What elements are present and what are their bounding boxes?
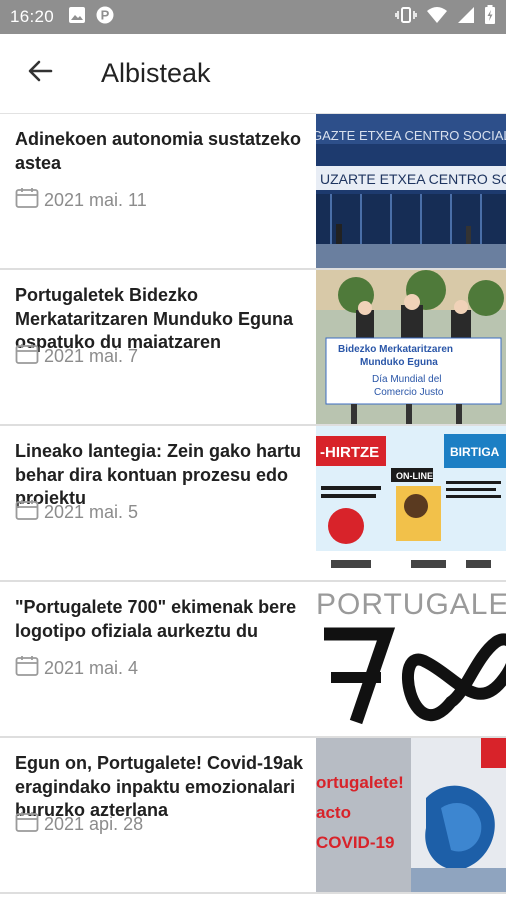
news-date-text: 2021 api. 28 — [44, 814, 144, 834]
status-time: 16:20 — [10, 7, 55, 26]
calendar-icon — [15, 187, 39, 214]
news-date-text: 2021 mai. 11 — [44, 190, 147, 210]
news-text: Adinekoen autonomia sustatzeko astea 202… — [0, 114, 316, 268]
news-item[interactable]: Egun on, Portugalete! Covid-19ak eragind… — [0, 738, 506, 894]
wifi-icon — [426, 6, 448, 29]
calendar-icon — [15, 499, 39, 526]
news-text: "Portugalete 700" ekimenak bere logotipo… — [0, 582, 316, 736]
news-thumbnail: ortugalete! acto COVID-19 — [316, 738, 506, 892]
calendar-icon — [15, 655, 39, 682]
news-thumbnail: GAZTE ETXEA CENTRO SOCIAL UZARTE ETXEA C… — [316, 114, 506, 268]
news-date-text: 2021 mai. 4 — [44, 658, 139, 678]
news-text: Lineako lantegia: Zein gako hartu behar … — [0, 426, 316, 580]
calendar-icon — [15, 343, 39, 370]
thumb-banner-line4: Comercio Justo — [374, 387, 444, 398]
news-item[interactable]: Portugaletek Bidezko Merkataritzaren Mun… — [0, 270, 506, 426]
thumb-banner-line2: Munduko Eguna — [360, 357, 438, 368]
news-date-text: 2021 mai. 7 — [44, 346, 139, 366]
news-text: Egun on, Portugalete! Covid-19ak eragind… — [0, 738, 316, 892]
vibrate-icon — [395, 6, 417, 29]
news-thumbnail: PORTUGALETE — [316, 582, 506, 736]
news-date: 2021 mai. 5 — [15, 499, 138, 526]
status-system-icons — [395, 4, 496, 30]
news-date-text: 2021 mai. 5 — [44, 502, 139, 522]
status-bar: 16:20 P — [0, 0, 506, 34]
arrow-back-icon — [27, 58, 53, 89]
thumb-text-right: BIRTIGA — [450, 445, 500, 459]
thumb-text-line3: COVID-19 — [316, 833, 394, 852]
thumb-text-portugalete: PORTUGALETE — [316, 588, 506, 621]
news-list: Adinekoen autonomia sustatzeko astea 202… — [0, 114, 506, 894]
signal-icon — [457, 6, 475, 29]
calendar-icon — [15, 811, 39, 838]
news-item[interactable]: Lineako lantegia: Zein gako hartu behar … — [0, 426, 506, 582]
thumb-text-left: -HIRTZE — [320, 444, 379, 461]
image-icon — [68, 6, 86, 29]
battery-icon — [484, 4, 496, 30]
thumb-text-top: GAZTE ETXEA CENTRO SOCIAL — [316, 128, 506, 143]
news-thumbnail: -HIRTZE ON-LINE BIRTIGA — [316, 426, 506, 580]
news-title: Adinekoen autonomia sustatzeko astea — [15, 129, 302, 173]
news-item[interactable]: "Portugalete 700" ekimenak bere logotipo… — [0, 582, 506, 738]
back-button[interactable] — [15, 49, 65, 99]
parking-icon: P — [96, 6, 114, 29]
thumb-text-online: ON-LINE — [396, 471, 433, 481]
news-item[interactable]: Adinekoen autonomia sustatzeko astea 202… — [0, 114, 506, 270]
app-bar: Albisteak — [0, 34, 506, 114]
thumb-text-sign: UZARTE ETXEA CENTRO SOCIAL SA — [320, 171, 506, 187]
news-date: 2021 api. 28 — [15, 811, 143, 838]
thumb-banner-line3: Día Mundial del — [372, 374, 441, 385]
thumb-text-line1: ortugalete! — [316, 773, 404, 792]
page-title: Albisteak — [101, 58, 211, 88]
news-text: Portugaletek Bidezko Merkataritzaren Mun… — [0, 270, 316, 424]
thumb-banner-line1: Bidezko Merkataritzaren — [338, 344, 453, 355]
news-date: 2021 mai. 4 — [15, 655, 138, 682]
status-notification-icons: P — [68, 6, 114, 29]
thumb-text-line2: acto — [316, 803, 351, 822]
news-title: "Portugalete 700" ekimenak bere logotipo… — [15, 597, 297, 641]
news-date: 2021 mai. 11 — [15, 187, 147, 214]
svg-text:P: P — [101, 7, 110, 22]
news-date: 2021 mai. 7 — [15, 343, 138, 370]
news-thumbnail: Bidezko Merkataritzaren Munduko Eguna Dí… — [316, 270, 506, 424]
